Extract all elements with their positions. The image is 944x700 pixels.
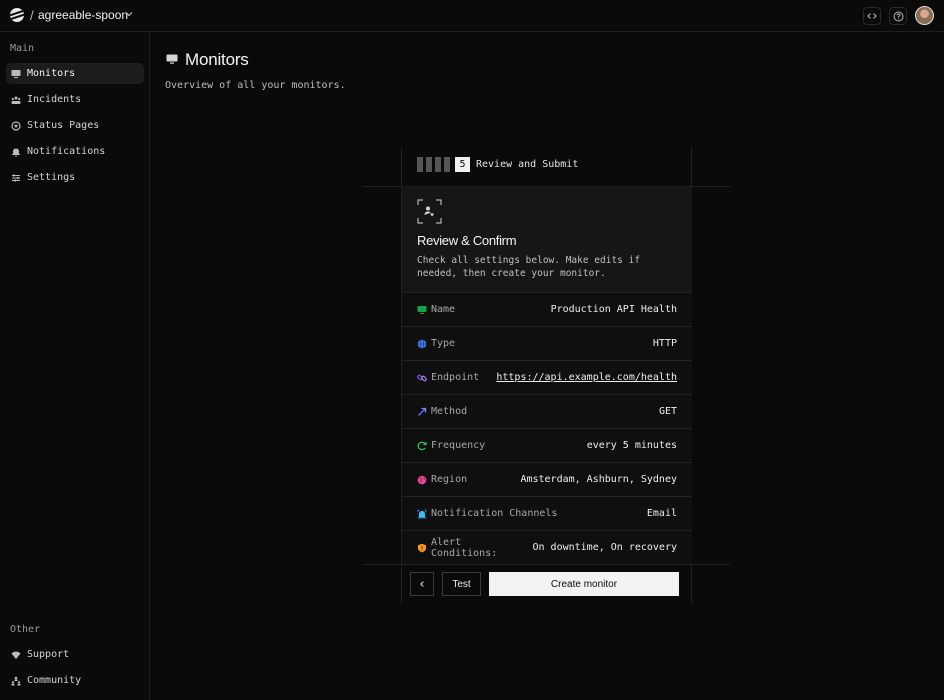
project-switcher-label[interactable]: agreeable-spoon: [38, 8, 128, 22]
monitor-icon: [166, 54, 178, 64]
sidebar-item-label: Support: [27, 649, 70, 660]
review-card-header: Review & Confirm Check all settings belo…: [402, 187, 692, 292]
globe-icon: [417, 338, 427, 349]
summary-value: every 5 minutes: [586, 440, 677, 451]
sidebar-item-label: Monitors: [27, 68, 76, 79]
summary-value: Production API Health: [550, 304, 677, 315]
summary-value: On downtime, On recovery: [532, 542, 678, 553]
summary-value: GET: [658, 406, 677, 417]
user-avatar[interactable]: [915, 6, 934, 25]
incidents-icon: [11, 95, 21, 105]
help-icon[interactable]: [889, 7, 907, 25]
chevron-left-icon: ‹: [418, 576, 426, 592]
earth-icon: [417, 475, 427, 485]
summary-label: Alert Conditions:: [431, 536, 498, 559]
sidebar-item-status-pages[interactable]: Status Pages: [6, 115, 144, 136]
summary-label: Notification Channels: [431, 508, 558, 519]
breadcrumb-separator: /: [30, 8, 34, 23]
chevron-down-icon[interactable]: [124, 9, 134, 19]
shield-icon: [417, 543, 427, 553]
step-indicator: [435, 157, 441, 172]
sidebar-item-label: Notifications: [27, 146, 106, 157]
summary-value: Email: [646, 508, 677, 519]
step-progress: [417, 157, 450, 172]
summary-value: Amsterdam, Ashburn, Sydney: [520, 474, 677, 485]
monitor-icon: [417, 305, 427, 315]
sidebar-item-incidents[interactable]: Incidents: [6, 89, 144, 110]
top-bar: / agreeable-spoon: [0, 0, 944, 32]
summary-row-endpoint: Endpoint https://api.example.com/health: [402, 360, 692, 394]
step-indicator: [444, 157, 450, 172]
code-icon[interactable]: [863, 7, 881, 25]
summary-label: Frequency: [431, 440, 486, 451]
summary-row-region: Region Amsterdam, Ashburn, Sydney: [402, 462, 692, 496]
summary-label: Region: [431, 474, 468, 485]
sidebar-item-settings[interactable]: Settings: [6, 167, 144, 188]
bell-icon: [11, 147, 21, 157]
sidebar-item-monitors[interactable]: Monitors: [6, 63, 144, 84]
review-card: Review & Confirm Check all settings belo…: [402, 187, 692, 564]
summary-row-method: Method GET: [402, 394, 692, 428]
summary-row-alert-conditions: Alert Conditions: On downtime, On recove…: [402, 530, 692, 564]
sidebar-item-label: Incidents: [27, 94, 82, 105]
endpoint-link[interactable]: https://api.example.com/health: [496, 372, 677, 383]
page-title: Monitors: [185, 50, 249, 69]
arrow-icon: [417, 407, 427, 417]
link-icon: [417, 373, 427, 383]
back-button[interactable]: ‹: [410, 572, 434, 596]
summary-value: HTTP: [652, 338, 677, 349]
summary-label: Method: [431, 406, 468, 417]
sidebar-group-main: Main: [10, 43, 35, 54]
summary-label: Endpoint: [431, 372, 480, 383]
sliders-icon: [11, 173, 21, 183]
summary-row-name: Name Production API Health: [402, 292, 692, 326]
divider: [362, 564, 730, 565]
refresh-icon: [417, 441, 427, 451]
confirm-user-icon: [417, 199, 442, 224]
sidebar-item-community[interactable]: Community: [6, 670, 144, 691]
app-logo-icon[interactable]: [10, 8, 24, 22]
sidebar-item-notifications[interactable]: Notifications: [6, 141, 144, 162]
monitor-icon: [11, 69, 21, 79]
sidebar-item-label: Community: [27, 675, 82, 686]
step-indicator: [417, 157, 423, 172]
review-heading: Review & Confirm: [417, 233, 517, 248]
page-subtitle: Overview of all your monitors.: [165, 80, 346, 91]
summary-label: Name: [431, 304, 456, 315]
sidebar: Main Monitors Incidents Status Pages Not…: [0, 32, 150, 700]
alarm-icon: [417, 509, 427, 519]
summary-row-notification-channels: Notification Channels Email: [402, 496, 692, 530]
people-icon: [11, 676, 21, 686]
summary-row-type: Type HTTP: [402, 326, 692, 360]
status-page-icon: [11, 120, 21, 131]
wifi-icon: [11, 650, 21, 660]
sidebar-item-support[interactable]: Support: [6, 644, 144, 665]
step-indicator: [426, 157, 432, 172]
sidebar-item-label: Settings: [27, 172, 76, 183]
create-monitor-button[interactable]: Create monitor: [489, 572, 679, 596]
sidebar-group-other: Other: [10, 624, 41, 635]
review-description: Check all settings below. Make edits if …: [417, 255, 641, 279]
current-step-number: 5: [455, 157, 470, 172]
summary-row-frequency: Frequency every 5 minutes: [402, 428, 692, 462]
test-button[interactable]: Test: [442, 572, 481, 596]
summary-label: Type: [431, 338, 456, 349]
sidebar-item-label: Status Pages: [27, 120, 100, 131]
step-label: Review and Submit: [476, 159, 579, 170]
